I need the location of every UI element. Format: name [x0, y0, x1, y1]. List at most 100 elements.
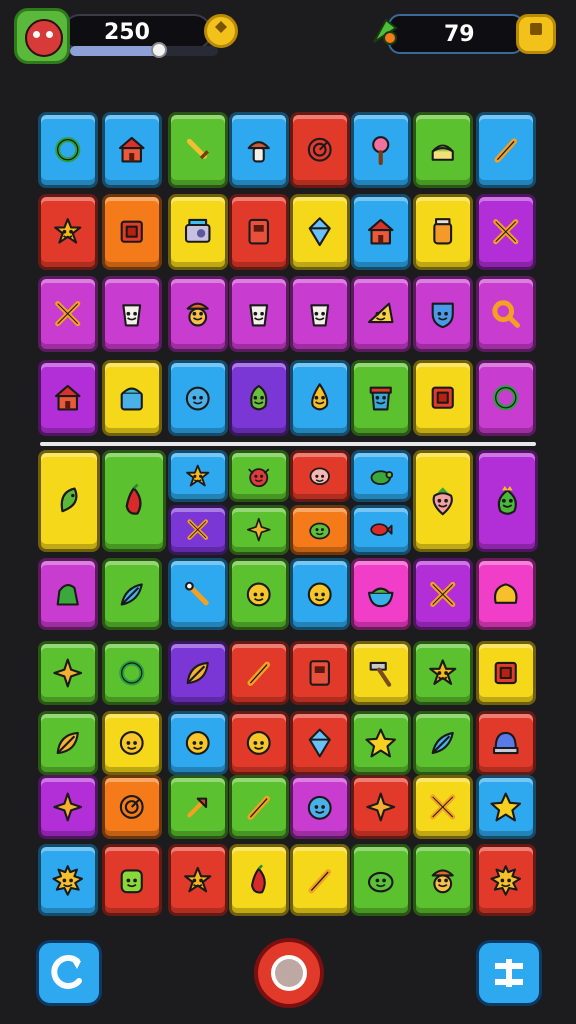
- tile-r10c1[interactable]: [38, 844, 98, 916]
- tile-r8c6[interactable]: [351, 711, 411, 775]
- tile-r9c8[interactable]: [476, 775, 536, 839]
- tile-r7c2[interactable]: [102, 641, 162, 705]
- tile-r2c8[interactable]: [476, 194, 536, 270]
- tile-r7c8[interactable]: [476, 641, 536, 705]
- ring-icon: [119, 660, 145, 686]
- tile-r6c5[interactable]: [290, 558, 350, 630]
- tile-r10c8[interactable]: [476, 844, 536, 916]
- tile-r4c7[interactable]: [413, 360, 473, 436]
- tile-r1c1[interactable]: [38, 112, 98, 188]
- cucumber-icon: [60, 487, 78, 513]
- tile-r3c6[interactable]: [351, 276, 411, 352]
- tile-r9c2[interactable]: [102, 775, 162, 839]
- tile-r6c3[interactable]: [168, 558, 228, 630]
- tile-r4c8[interactable]: [476, 360, 536, 436]
- tile-b1[interactable]: [38, 450, 100, 552]
- tile-r2c2[interactable]: [102, 194, 162, 270]
- tile-b3[interactable]: [168, 450, 228, 502]
- tile-r4c3[interactable]: [168, 360, 228, 436]
- tile-r9c7[interactable]: [413, 775, 473, 839]
- score-progress-fill: [70, 46, 159, 56]
- tile-b2[interactable]: [102, 450, 166, 552]
- tile-r1c8[interactable]: [476, 112, 536, 188]
- shuffle-button[interactable]: [36, 940, 102, 1006]
- record-button[interactable]: [254, 938, 324, 1008]
- tile-r7c3[interactable]: [168, 641, 228, 705]
- tile-b7[interactable]: [413, 450, 473, 552]
- tile-r10c6[interactable]: [351, 844, 411, 916]
- tile-r8c8[interactable]: [476, 711, 536, 775]
- tile-r4c2[interactable]: [102, 360, 162, 436]
- tile-r6c8[interactable]: [476, 558, 536, 630]
- tile-r4c6[interactable]: [351, 360, 411, 436]
- tile-r3c3[interactable]: [168, 276, 228, 352]
- tile-r4c4[interactable]: [229, 360, 289, 436]
- tile-r4c5[interactable]: [290, 360, 350, 436]
- moves-coin-button[interactable]: [516, 14, 556, 54]
- tile-b11[interactable]: [290, 505, 350, 555]
- tile-r6c4[interactable]: [229, 558, 289, 630]
- tile-r7c6[interactable]: [351, 641, 411, 705]
- tile-r2c1[interactable]: [38, 194, 98, 270]
- tile-r3c7[interactable]: [413, 276, 473, 352]
- cabinet-icon: [248, 219, 270, 245]
- tile-r7c4[interactable]: [229, 641, 289, 705]
- tile-b4[interactable]: [229, 450, 289, 502]
- tile-r9c4[interactable]: [229, 775, 289, 839]
- tile-r2c3[interactable]: [168, 194, 228, 270]
- tile-r3c5[interactable]: [290, 276, 350, 352]
- tile-r4c1[interactable]: [38, 360, 98, 436]
- tile-r8c2[interactable]: [102, 711, 162, 775]
- tile-r3c2[interactable]: [102, 276, 162, 352]
- tile-r2c5[interactable]: [290, 194, 350, 270]
- tile-b10[interactable]: [229, 505, 289, 555]
- tile-r9c6[interactable]: [351, 775, 411, 839]
- tile-r8c7[interactable]: [413, 711, 473, 775]
- tile-r2c4[interactable]: [229, 194, 289, 270]
- tile-r3c4[interactable]: [229, 276, 289, 352]
- tile-r10c4[interactable]: [229, 844, 289, 916]
- tile-r3c1[interactable]: [38, 276, 98, 352]
- tile-r7c5[interactable]: [290, 641, 350, 705]
- tile-r6c2[interactable]: [102, 558, 162, 630]
- tile-r8c3[interactable]: [168, 711, 228, 775]
- tile-r8c5[interactable]: [290, 711, 350, 775]
- tile-b6[interactable]: [351, 450, 411, 502]
- hint-button[interactable]: [476, 940, 542, 1006]
- player-avatar[interactable]: [14, 8, 70, 64]
- pencil-icon: [247, 795, 271, 820]
- tile-r1c6[interactable]: [351, 112, 411, 188]
- smile-face-icon: [247, 731, 271, 755]
- tile-r2c7[interactable]: [413, 194, 473, 270]
- tile-r10c7[interactable]: [413, 844, 473, 916]
- tile-r6c6[interactable]: [351, 558, 411, 630]
- tile-r9c1[interactable]: [38, 775, 98, 839]
- tile-b9[interactable]: [168, 505, 228, 555]
- tile-r9c3[interactable]: [168, 775, 228, 839]
- tile-r1c7[interactable]: [413, 112, 473, 188]
- tile-r1c3[interactable]: [168, 112, 228, 188]
- tile-r10c2[interactable]: [102, 844, 162, 916]
- star-face-icon: [54, 218, 82, 244]
- score-value: 250: [104, 20, 150, 45]
- score-panel: 250: [62, 14, 212, 50]
- tile-r10c5[interactable]: [290, 844, 350, 916]
- tile-r7c1[interactable]: [38, 641, 98, 705]
- tile-r10c3[interactable]: [168, 844, 228, 916]
- score-coin-button[interactable]: [204, 14, 238, 48]
- tile-r1c2[interactable]: [102, 112, 162, 188]
- tile-b5[interactable]: [290, 450, 350, 502]
- tile-r8c1[interactable]: [38, 711, 98, 775]
- tile-r3c8[interactable]: [476, 276, 536, 352]
- box-icon: [431, 386, 455, 410]
- tile-r1c5[interactable]: [290, 112, 350, 188]
- tile-r2c6[interactable]: [351, 194, 411, 270]
- tile-r8c4[interactable]: [229, 711, 289, 775]
- tile-r1c4[interactable]: [229, 112, 289, 188]
- tile-r6c7[interactable]: [413, 558, 473, 630]
- tile-r9c5[interactable]: [290, 775, 350, 839]
- tile-b8[interactable]: [476, 450, 538, 552]
- tile-r6c1[interactable]: [38, 558, 98, 630]
- tile-r7c7[interactable]: [413, 641, 473, 705]
- tile-b12[interactable]: [351, 505, 411, 555]
